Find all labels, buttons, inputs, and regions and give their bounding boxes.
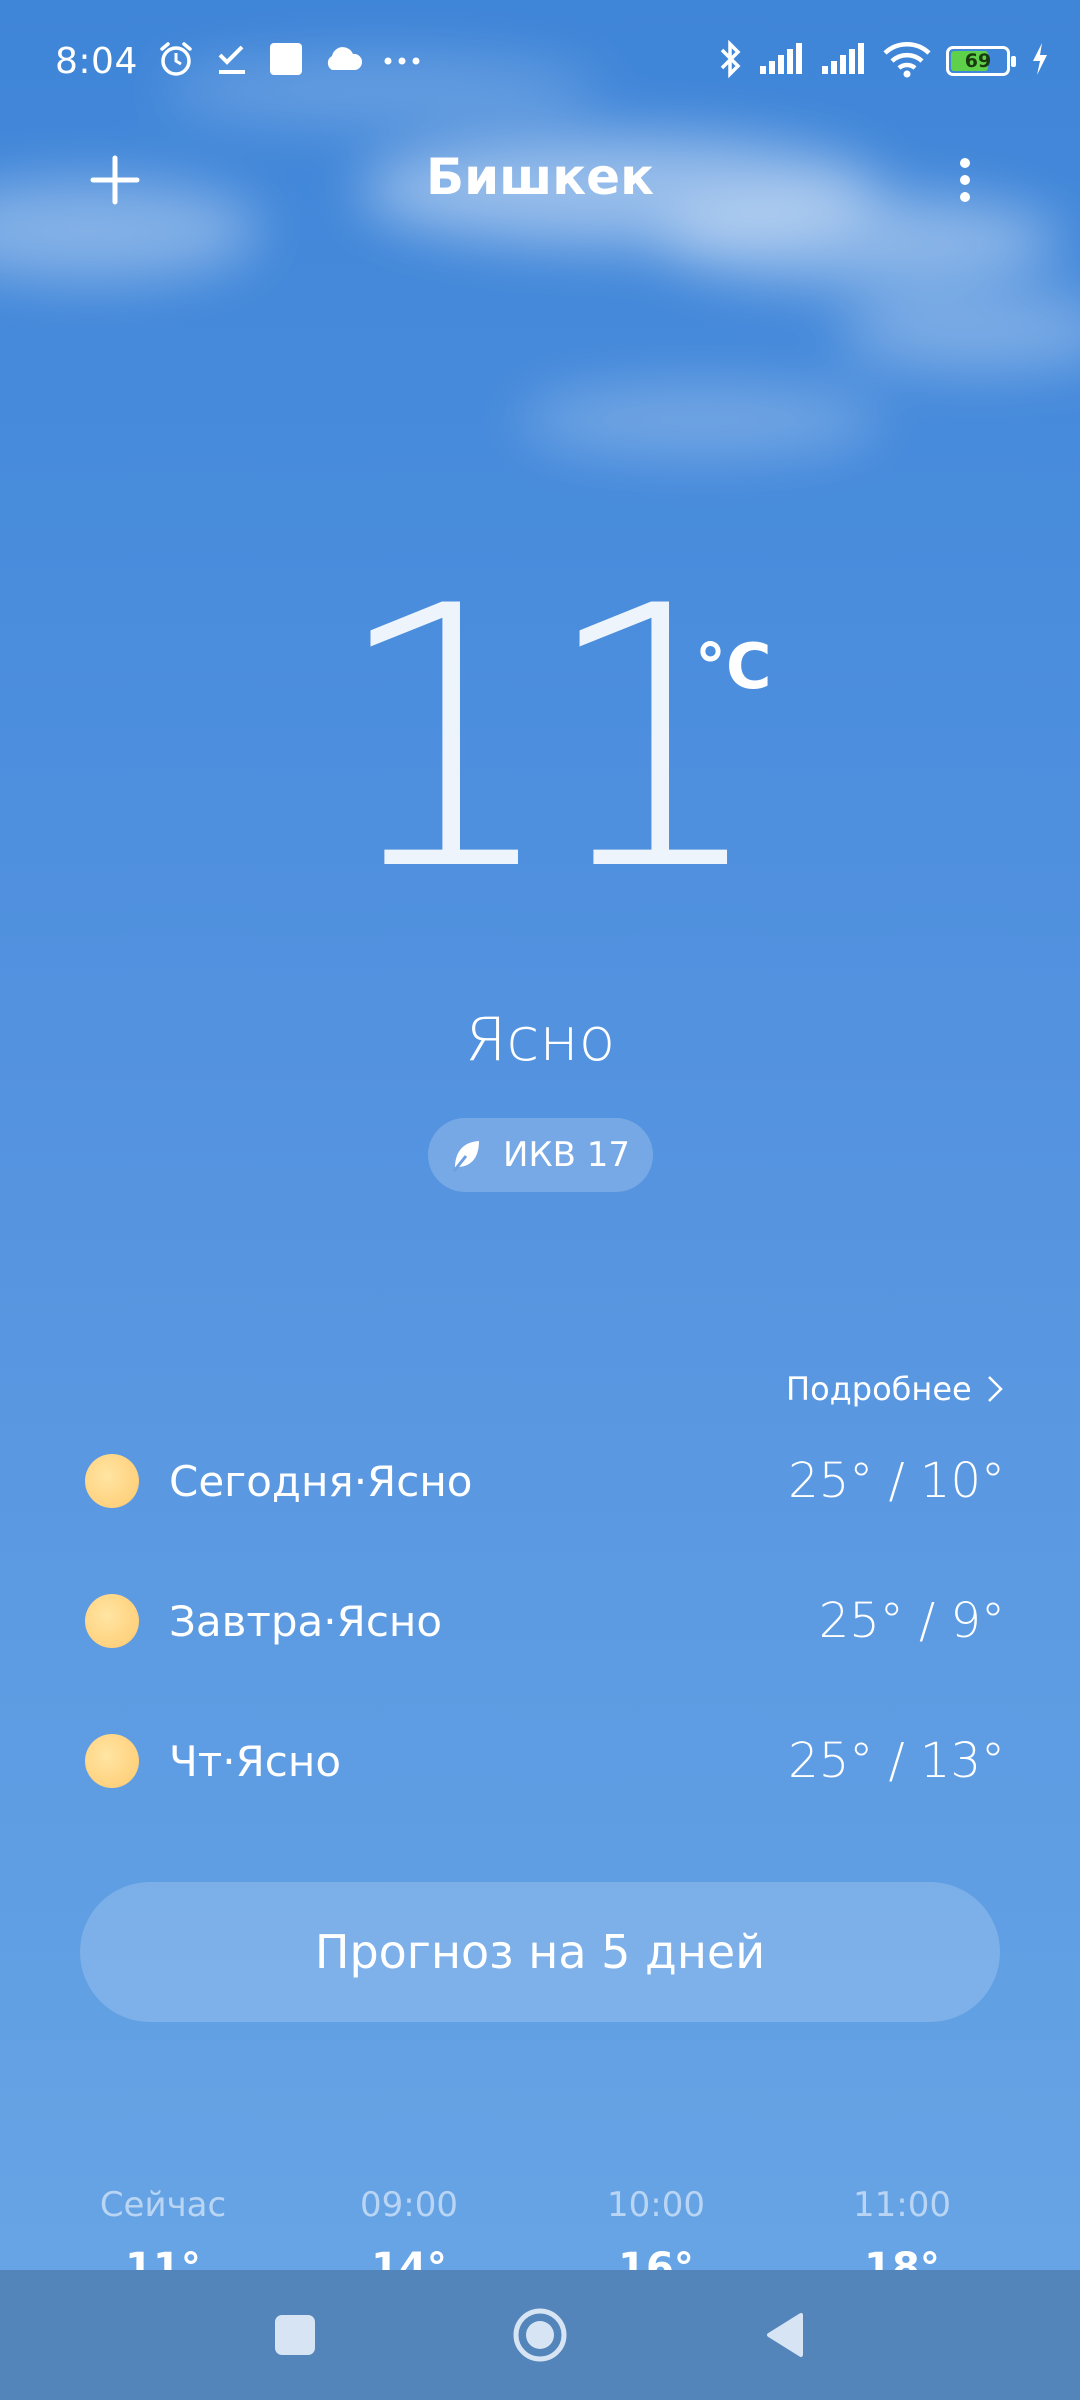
home-button[interactable] [480,2270,600,2400]
battery-cap [1011,56,1016,67]
sun-icon [85,1454,139,1508]
sun-icon [85,1594,139,1648]
battery-level: 69 [964,50,992,72]
status-bar-right: 69 [718,36,1050,86]
hourly-temp: 16° [618,2245,694,2270]
more-dots-icon [382,52,422,71]
daily-row[interactable]: Завтра·Ясно 25° / 9° [85,1581,1005,1661]
hourly-item: 11:00 18° [802,2185,1002,2270]
daily-row-temps: 25° / 10° [788,1453,1005,1509]
charging-icon [1030,42,1050,80]
hourly-forecast[interactable]: Сейчас 11° 09:00 14° 10:00 16° 11:00 18° [0,2185,1080,2270]
alarm-icon [156,39,196,83]
status-time: 8:04 [55,40,138,82]
hourly-time: 11:00 [853,2185,951,2225]
recents-square-icon [275,2315,315,2355]
vertical-dots-icon [960,158,970,202]
leaf-icon [452,1141,480,1172]
cloud-icon [322,44,364,78]
details-label: Подробнее [786,1370,972,1408]
aqi-badge[interactable]: ИКВ 17 [428,1118,653,1192]
details-link[interactable]: Подробнее [786,1370,1004,1408]
daily-row[interactable]: Сегодня·Ясно 25° / 10° [85,1441,1005,1521]
current-condition: Ясно [464,1005,616,1075]
battery-icon: 69 [946,46,1016,76]
daily-row-label: Сегодня·Ясно [169,1456,473,1506]
status-bar: 8:04 69 [0,0,1080,120]
city-title: Бишкек [425,148,655,206]
hourly-temp: 11° [125,2245,201,2270]
hourly-item: 10:00 16° [556,2185,756,2270]
plus-icon [90,155,140,205]
square-notification-icon [268,41,304,81]
hourly-item: 09:00 14° [309,2185,509,2270]
current-temperature: 11 [330,530,769,949]
hourly-item: Сейчас 11° [63,2185,263,2270]
hourly-time: 09:00 [360,2185,458,2225]
back-button[interactable] [725,2270,845,2400]
status-bar-left: 8:04 [55,36,422,86]
hourly-time: 10:00 [607,2185,705,2225]
bluetooth-icon [718,39,744,83]
sun-icon [85,1734,139,1788]
hourly-time: Сейчас [99,2185,227,2225]
five-day-forecast-button[interactable]: Прогноз на 5 дней [80,1882,1000,2022]
more-options-button[interactable] [950,150,980,210]
home-circle-icon [513,2308,567,2362]
hourly-temp: 14° [371,2245,447,2270]
daily-row[interactable]: Чт·Ясно 25° / 13° [85,1721,1005,1801]
add-city-button[interactable] [85,150,145,210]
aqi-label: ИКВ 17 [503,1135,630,1175]
daily-row-label: Завтра·Ясно [169,1596,443,1646]
chevron-right-icon [987,1376,1003,1402]
wifi-icon [882,40,932,82]
back-triangle-icon [767,2313,803,2357]
daily-row-temps: 25° / 9° [818,1593,1005,1649]
daily-row-temps: 25° / 13° [788,1733,1005,1789]
signal-icon [758,42,806,80]
task-check-icon [214,41,250,81]
system-nav-bar [0,2270,1080,2400]
temperature-unit: °C [695,630,772,703]
hourly-temp: 18° [864,2245,940,2270]
daily-row-label: Чт·Ясно [169,1736,342,1786]
signal-icon [820,42,868,80]
recents-button[interactable] [235,2270,355,2400]
